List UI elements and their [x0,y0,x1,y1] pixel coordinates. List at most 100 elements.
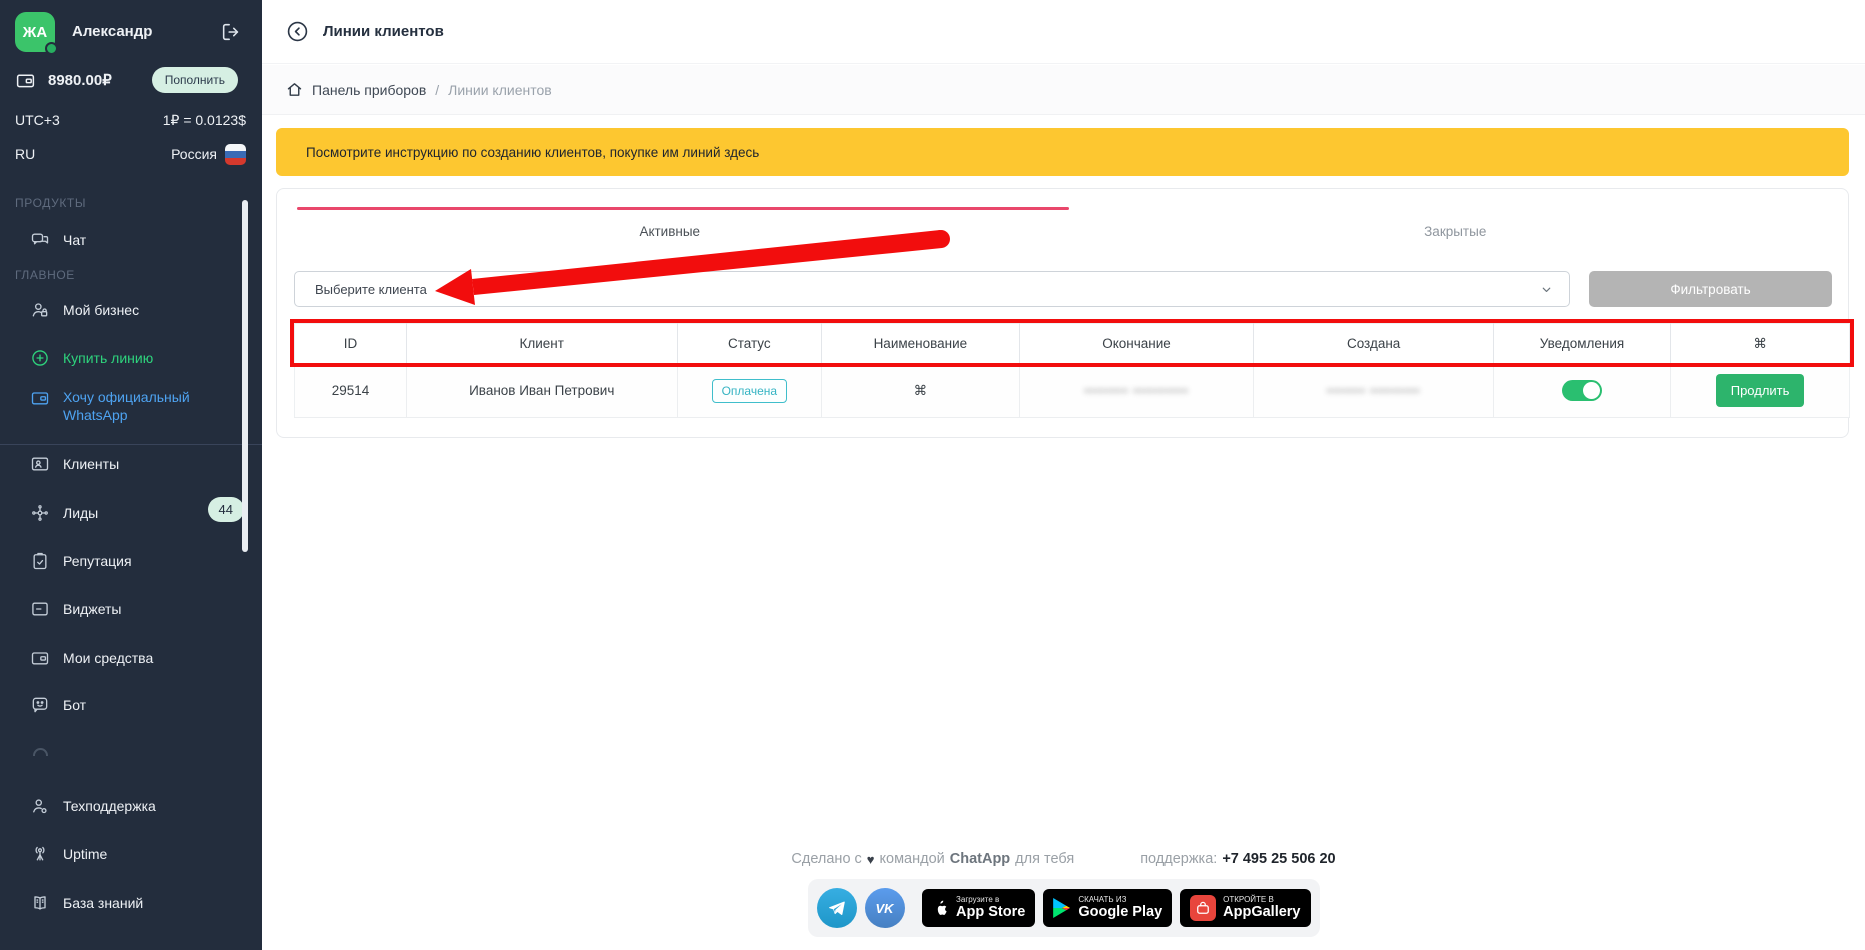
wallet-icon [15,70,36,91]
col-client: Клиент [406,324,677,364]
person-lock-icon [30,300,50,320]
sidebar-item-clients[interactable]: Клиенты [30,452,244,476]
breadcrumb-dashboard[interactable]: Панель приборов [312,82,426,98]
home-icon[interactable] [286,81,303,98]
app-store-name: App Store [956,904,1025,921]
bot-icon [30,695,50,715]
sidebar-item-official-whatsapp[interactable]: Хочу официальный WhatsApp [30,388,244,424]
exchange-rate: 1₽ = 0.0123$ [163,112,246,129]
tab-active-lines[interactable]: Активные [277,219,1063,245]
sidebar-item-my-funds[interactable]: Мои средства [30,646,244,670]
balance-row: 8980.00₽ Пополнить [15,66,246,94]
app-gallery-name: AppGallery [1223,904,1300,921]
section-title-main: ГЛАВНОЕ [15,268,75,282]
breadcrumb: Панель приборов / Линии клиентов [262,65,1865,115]
client-select[interactable]: Выберите клиента [294,271,1570,307]
app-gallery-badge[interactable]: ОТКРОЙТЕ В AppGallery [1180,889,1310,927]
tab-closed-lines[interactable]: Закрытые [1063,219,1849,245]
sidebar-item-label: Мой бизнес [63,302,139,318]
cell-notifications [1493,364,1670,418]
col-notifications: Уведомления [1493,324,1670,364]
active-tab-indicator [297,207,1069,210]
sidebar-item-label: Хочу официальный WhatsApp [63,388,223,424]
sidebar-item-chat[interactable]: Чат [30,228,244,252]
app-store-badge[interactable]: Загрузите в App Store [922,889,1035,927]
redacted-created: ••••••• ••••••••• [1327,383,1420,398]
topup-button[interactable]: Пополнить [152,67,238,93]
filter-button[interactable]: Фильтровать [1589,271,1832,307]
sidebar-item-reputation[interactable]: Репутация [30,549,244,573]
google-play-caption: СКАЧАТЬ ИЗ [1078,895,1162,904]
for-you-text: для тебя [1015,851,1074,867]
breadcrumb-separator: / [435,82,439,98]
avatar[interactable]: ЖА [15,12,55,52]
sidebar-item-label: Купить линию [63,350,153,366]
avatar-initials: ЖА [23,24,47,41]
col-created: Создана [1254,324,1493,364]
toggle-knob [1583,382,1600,399]
sidebar-item-uptime[interactable]: Uptime [30,842,244,866]
social-bar: VK Загрузите в App Store СКАЧАТЬ ИЗ Goo [808,879,1320,937]
cell-ending: •••••••• •••••••••• [1019,364,1254,418]
brand-name: ChatApp [950,851,1010,867]
sidebar-item-label: Клиенты [63,456,119,472]
client-lines-card: Активные Закрытые Выберите клиента Фильт… [276,188,1849,438]
heart-icon: ♥ [867,852,875,867]
apple-icon [932,898,949,918]
made-with-text: Сделано с [791,851,861,867]
book-icon [30,893,50,913]
cell-id: 29514 [295,364,407,418]
sidebar-item-knowledge-base[interactable]: База знаний [30,891,244,915]
logout-icon [220,21,242,43]
back-button[interactable] [286,20,310,44]
sidebar-item-bot[interactable]: Бот [30,693,244,717]
sidebar: ЖА Александр 8980.00₽ Пополнить UTC+3 1₽… [0,0,262,950]
sidebar-item-leads[interactable]: Лиды 44 [30,501,244,525]
chat-icon [30,230,50,250]
country-name: Россия [171,146,217,162]
telegram-icon[interactable] [817,888,857,928]
sidebar-divider [0,444,262,445]
online-status-dot [45,42,58,55]
sidebar-item-my-business[interactable]: Мой бизнес [30,298,244,322]
widget-icon [30,599,50,619]
tabs: Активные Закрытые [277,219,1848,245]
main-content: Линии клиентов Панель приборов / Линии к… [262,0,1865,950]
russia-flag-icon[interactable] [225,144,246,165]
google-play-name: Google Play [1078,904,1162,921]
balance-amount: 8980.00₽ [48,71,112,89]
google-play-icon [1053,898,1071,918]
support-phone[interactable]: +7 495 25 506 20 [1222,851,1335,867]
section-title-products: ПРОДУКТЫ [15,196,86,210]
sidebar-item-support[interactable]: Техподдержка [30,794,244,818]
sidebar-item-label: Лиды [63,505,98,521]
sidebar-item-label: Uptime [63,846,107,862]
notifications-toggle[interactable] [1562,380,1602,401]
timezone-row: UTC+3 1₽ = 0.0123$ [15,110,246,130]
sidebar-item-widgets[interactable]: Виджеты [30,597,244,621]
language-code[interactable]: RU [15,146,35,162]
timezone: UTC+3 [15,112,60,128]
sidebar-item-buy-line[interactable]: Купить линию [30,346,244,370]
instruction-banner[interactable]: Посмотрите инструкцию по созданию клиент… [276,128,1849,176]
filter-row: Выберите клиента Фильтровать [294,271,1832,307]
logout-button[interactable] [220,20,244,44]
sidebar-item-label: Бот [63,697,86,713]
wallet-icon [30,648,50,668]
wallet-card-icon [30,388,50,408]
id-card-icon [30,454,50,474]
support-agent-icon [30,796,50,816]
extend-button[interactable]: Продлить [1716,374,1805,407]
sidebar-scrollbar[interactable] [242,200,248,552]
app-gallery-icon [1190,895,1216,921]
antenna-icon [30,844,50,864]
google-play-badge[interactable]: СКАЧАТЬ ИЗ Google Play [1043,889,1172,927]
cell-created: ••••••• ••••••••• [1254,364,1493,418]
app-root: ЖА Александр 8980.00₽ Пополнить UTC+3 1₽… [0,0,1865,950]
cell-client: Иванов Иван Петрович [406,364,677,418]
cell-action: Продлить [1671,364,1850,418]
sidebar-item-label: Техподдержка [63,798,156,814]
vk-icon[interactable]: VK [865,888,905,928]
chevron-down-icon [1540,283,1553,296]
sidebar-item-label: Виджеты [63,601,122,617]
